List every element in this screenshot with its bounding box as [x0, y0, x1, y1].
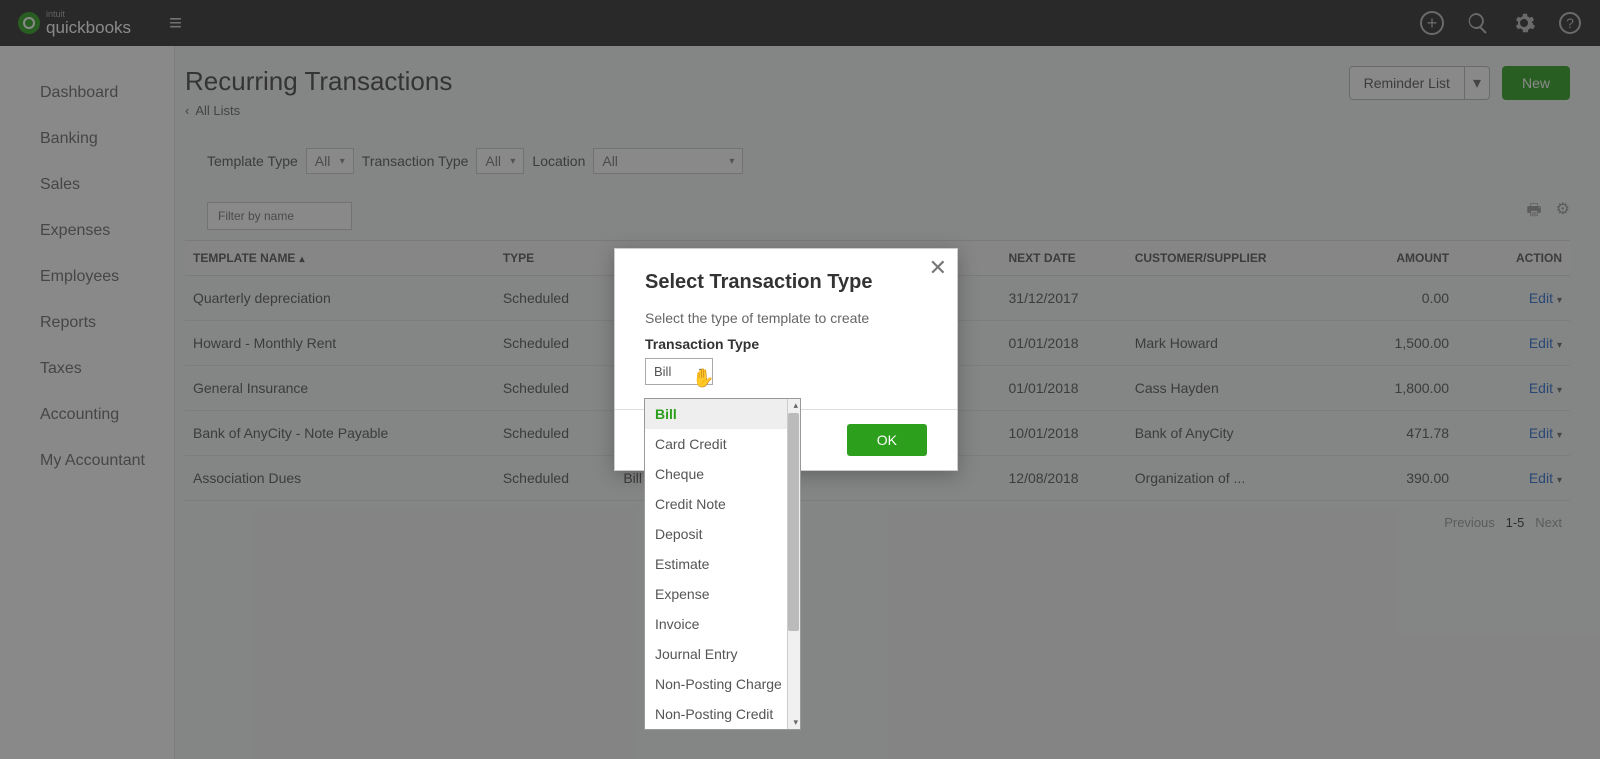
modal-title: Select Transaction Type	[645, 271, 927, 294]
scroll-down-arrow-icon[interactable]: ▾	[793, 717, 798, 728]
chevron-down-icon: ▾	[699, 366, 704, 377]
scrollbar-thumb[interactable]	[788, 413, 799, 631]
dropdown-option[interactable]: Expense	[645, 579, 800, 609]
ok-button[interactable]: OK	[847, 424, 927, 456]
dropdown-option[interactable]: Deposit	[645, 519, 800, 549]
dropdown-option[interactable]: Card Credit	[645, 429, 800, 459]
dropdown-option[interactable]: Bill	[645, 399, 800, 429]
dropdown-option[interactable]: Estimate	[645, 549, 800, 579]
dropdown-option[interactable]: Non-Posting Charge	[645, 669, 800, 699]
dropdown-option[interactable]: Journal Entry	[645, 639, 800, 669]
modal-txn-type-select[interactable]: Bill ▾	[645, 358, 713, 385]
dropdown-option[interactable]: Credit Note	[645, 489, 800, 519]
scroll-up-arrow-icon[interactable]: ▴	[793, 400, 798, 411]
txn-type-dropdown[interactable]: BillCard CreditChequeCredit NoteDepositE…	[644, 398, 801, 730]
close-icon[interactable]: ✕	[929, 255, 947, 281]
dropdown-option[interactable]: Invoice	[645, 609, 800, 639]
modal-txn-type-label: Transaction Type	[645, 336, 927, 352]
dropdown-option[interactable]: Non-Posting Credit	[645, 699, 800, 729]
dropdown-scrollbar[interactable]: ▴ ▾	[787, 399, 800, 729]
dropdown-option[interactable]: Cheque	[645, 459, 800, 489]
modal-subtitle: Select the type of template to create	[645, 310, 927, 326]
